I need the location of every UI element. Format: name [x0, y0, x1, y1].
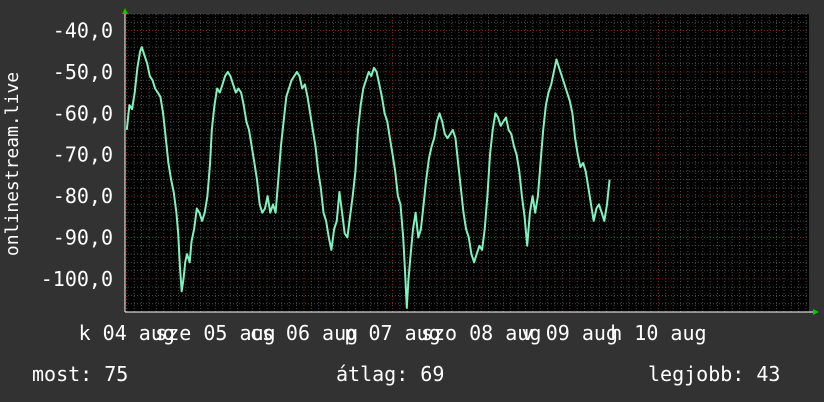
stat-best: legjobb: 43	[648, 362, 781, 386]
x-axis-ticks: k 04 augsze 05 augcs 06 augp 07 augszo 0…	[79, 321, 707, 345]
y-tick-label: -50,0	[53, 60, 113, 84]
y-tick-label: -60,0	[53, 101, 113, 125]
y-tick-label: -100,0	[41, 267, 113, 291]
x-axis-arrow-icon	[813, 309, 819, 315]
stat-current: most: 75	[32, 362, 129, 386]
y-tick-label: -90,0	[53, 226, 113, 250]
chart: -40,0 -50,0 -60,0 -70,0 -80,0 -90,0 -100,0 k 0…	[2, 8, 819, 345]
y-tick-label: -40,0	[53, 19, 113, 43]
y-tick-label: -80,0	[53, 184, 113, 208]
y-axis-label: onlinestream.live	[2, 72, 23, 256]
x-tick-label: h 10 aug	[610, 321, 706, 345]
x-tick-label: cs 06 aug	[250, 321, 358, 345]
y-axis-ticks: -40,0 -50,0 -60,0 -70,0 -80,0 -90,0 -100,0	[41, 19, 113, 291]
y-axis-arrow-icon	[122, 8, 128, 14]
stat-average: átlag: 69	[336, 362, 445, 386]
x-tick-label: v 09 aug	[522, 321, 618, 345]
y-tick-label: -70,0	[53, 143, 113, 167]
